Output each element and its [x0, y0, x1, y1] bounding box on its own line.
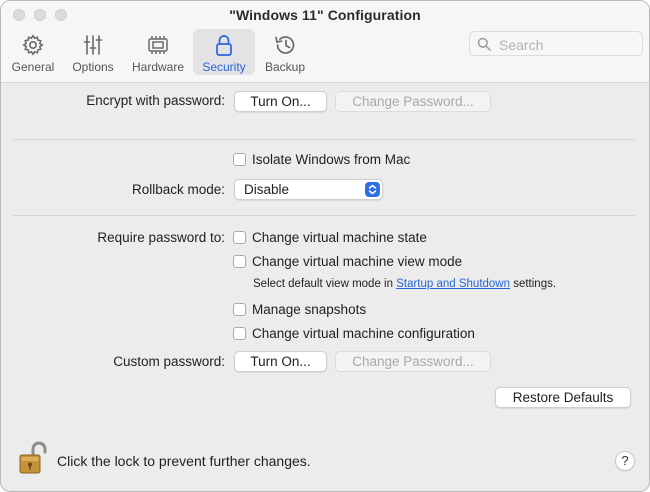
change-vm-config-label: Change virtual machine configuration — [252, 326, 475, 341]
tab-general[interactable]: General — [7, 29, 59, 75]
change-vm-state-label: Change virtual machine state — [252, 230, 427, 245]
custom-turn-on-button[interactable]: Turn On... — [234, 351, 327, 372]
tab-backup[interactable]: Backup — [257, 29, 313, 75]
window-title: "Windows 11" Configuration — [229, 7, 421, 23]
tab-options[interactable]: Options — [67, 29, 119, 75]
lock-message: Click the lock to prevent further change… — [57, 453, 311, 469]
tab-general-label: General — [11, 60, 55, 74]
custom-change-password-button[interactable]: Change Password... — [335, 351, 491, 372]
change-vm-config-checkbox[interactable] — [233, 327, 246, 340]
custom-password-label: Custom password: — [113, 354, 225, 369]
tab-options-label: Options — [72, 60, 114, 74]
isolate-label: Isolate Windows from Mac — [252, 152, 411, 167]
startup-shutdown-link[interactable]: Startup and Shutdown — [396, 278, 510, 290]
tab-security[interactable]: Security — [193, 29, 255, 75]
rollback-mode-value: Disable — [244, 182, 290, 197]
change-view-mode-label: Change virtual machine view mode — [252, 254, 463, 269]
preferences-window: "Windows 11" Configuration General Optio… — [0, 0, 650, 492]
restore-defaults-button[interactable]: Restore Defaults — [495, 387, 631, 408]
change-view-mode-checkbox[interactable] — [233, 255, 246, 268]
help-button[interactable]: ? — [615, 451, 635, 471]
isolate-checkbox[interactable] — [233, 153, 246, 166]
view-mode-note: Select default view mode in Startup and … — [253, 278, 556, 290]
gear-icon — [22, 34, 44, 56]
tab-security-label: Security — [202, 60, 246, 74]
search-icon — [477, 37, 491, 51]
manage-snapshots-checkbox[interactable] — [233, 303, 246, 316]
rollback-label: Rollback mode: — [131, 182, 225, 197]
note-suffix: settings. — [510, 278, 557, 290]
encrypt-change-password-button[interactable]: Change Password... — [335, 91, 491, 112]
padlock-icon[interactable] — [17, 441, 47, 475]
chip-icon — [148, 36, 168, 54]
tab-hardware[interactable]: Hardware — [127, 29, 189, 75]
search-field[interactable] — [469, 31, 643, 56]
encrypt-label: Encrypt with password: — [86, 93, 225, 108]
history-icon — [275, 36, 295, 54]
require-password-label: Require password to: — [97, 230, 225, 245]
search-input[interactable] — [497, 34, 641, 55]
chevron-updown-icon — [365, 182, 380, 197]
lock-icon — [216, 35, 232, 56]
tab-hardware-label: Hardware — [131, 60, 185, 74]
encrypt-turn-on-button[interactable]: Turn On... — [234, 91, 327, 112]
tab-backup-label: Backup — [264, 60, 306, 74]
sliders-icon — [83, 35, 103, 55]
toolbar: "Windows 11" Configuration General Optio… — [1, 1, 649, 83]
note-prefix: Select default view mode in — [253, 278, 397, 290]
section-divider — [13, 215, 635, 216]
rollback-mode-select[interactable]: Disable — [234, 179, 383, 200]
section-divider — [13, 139, 635, 140]
manage-snapshots-label: Manage snapshots — [252, 302, 367, 317]
change-vm-state-checkbox[interactable] — [233, 231, 246, 244]
